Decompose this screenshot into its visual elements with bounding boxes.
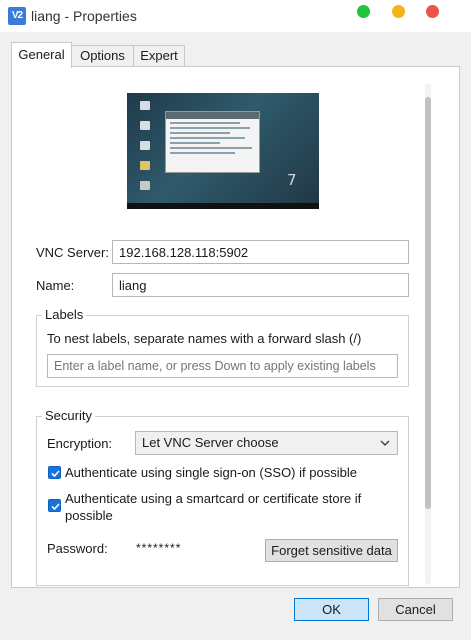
labels-group: Labels To nest labels, separate names wi… xyxy=(36,307,409,387)
encryption-select[interactable]: Let VNC Server choose xyxy=(135,431,398,455)
minimize-button[interactable] xyxy=(392,5,405,18)
title-bar: V2 liang - Properties xyxy=(0,0,471,32)
tab-options[interactable]: Options xyxy=(71,45,134,67)
trash-icon xyxy=(140,181,150,190)
password-value: ******** xyxy=(136,541,182,555)
security-group: Security Encryption: Let VNC Server choo… xyxy=(36,408,409,586)
vnc-viewer-icon: V2 xyxy=(8,7,26,25)
folder-icon xyxy=(140,161,150,170)
os-logo: 7 xyxy=(287,171,297,189)
taskbar-preview xyxy=(127,203,319,209)
smartcard-label-line1: Authenticate using a smartcard or certif… xyxy=(65,491,362,506)
tab-expert[interactable]: Expert xyxy=(133,45,185,67)
close-button[interactable] xyxy=(426,5,439,18)
forget-sensitive-data-button[interactable]: Forget sensitive data xyxy=(265,539,398,562)
sso-checkbox[interactable] xyxy=(48,466,61,479)
desktop-icon xyxy=(140,101,150,110)
smartcard-label-line2: possible xyxy=(65,508,113,523)
terminal-window-preview xyxy=(165,111,260,173)
checkmark-icon xyxy=(51,470,60,478)
vnc-server-label: VNC Server: xyxy=(36,245,109,260)
sso-label: Authenticate using single sign-on (SSO) … xyxy=(65,465,357,480)
checkmark-icon xyxy=(51,503,60,511)
labels-hint: To nest labels, separate names with a fo… xyxy=(47,331,362,346)
desktop-icon xyxy=(140,121,150,130)
cancel-button[interactable]: Cancel xyxy=(378,598,453,621)
general-panel: 7 VNC Server: Name: Labels To nest label… xyxy=(11,66,460,588)
label-input[interactable] xyxy=(47,354,398,378)
password-label: Password: xyxy=(47,541,108,556)
window-title: liang - Properties xyxy=(31,8,137,24)
smartcard-checkbox[interactable] xyxy=(48,499,61,512)
name-label: Name: xyxy=(36,278,75,293)
name-input[interactable] xyxy=(112,273,409,297)
labels-group-title: Labels xyxy=(42,307,87,322)
encryption-label: Encryption: xyxy=(47,436,113,451)
encryption-select-value: Let VNC Server choose xyxy=(142,435,279,450)
vnc-server-input[interactable] xyxy=(112,240,409,264)
security-group-title: Security xyxy=(42,408,95,423)
scrollbar-thumb[interactable] xyxy=(425,97,431,509)
desktop-thumbnail: 7 xyxy=(127,93,319,209)
ok-button[interactable]: OK xyxy=(294,598,369,621)
tab-general[interactable]: General xyxy=(11,42,72,68)
maximize-button[interactable] xyxy=(357,5,370,18)
panel-scrollbar[interactable] xyxy=(421,77,435,587)
desktop-icon xyxy=(140,141,150,150)
chevron-down-icon xyxy=(380,440,390,446)
